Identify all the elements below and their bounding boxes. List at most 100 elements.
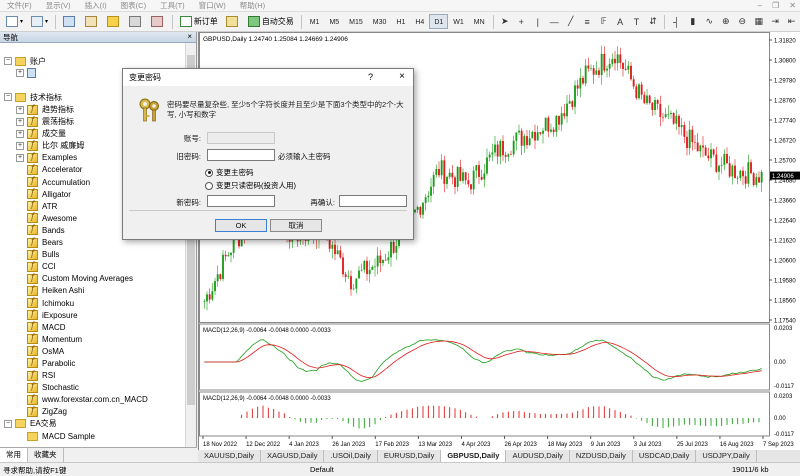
candle-body bbox=[435, 169, 438, 176]
tab-common[interactable]: 常用 bbox=[0, 448, 28, 462]
tree-indicator-item[interactable]: Momentum bbox=[0, 333, 186, 345]
timeframe-h1[interactable]: H1 bbox=[391, 14, 410, 29]
tree-indicator-item[interactable]: Parabolic bbox=[0, 357, 186, 369]
minimize-icon[interactable]: – bbox=[758, 1, 762, 10]
collapse-icon[interactable]: − bbox=[4, 419, 12, 428]
auto-trading-button[interactable]: 自动交易 bbox=[244, 14, 298, 30]
collapse-icon[interactable]: − bbox=[4, 57, 12, 66]
tree-indicator-item[interactable]: Custom Moving Averages bbox=[0, 273, 186, 285]
timeframe-m30[interactable]: M30 bbox=[368, 14, 392, 29]
radio-button[interactable] bbox=[205, 168, 213, 177]
trendline-icon[interactable]: ╱ bbox=[564, 15, 576, 29]
market-watch-button[interactable] bbox=[59, 14, 81, 30]
horizontal-line-icon[interactable]: — bbox=[548, 15, 560, 29]
timeframe-h4[interactable]: H4 bbox=[410, 14, 429, 29]
confirm-password-input[interactable] bbox=[339, 195, 407, 207]
close-window-icon[interactable]: ✕ bbox=[789, 1, 796, 10]
channel-icon[interactable]: ≡ bbox=[581, 15, 593, 29]
ok-button[interactable]: OK bbox=[215, 219, 267, 232]
restore-icon[interactable]: ❐ bbox=[772, 1, 779, 10]
tree-indicator-item[interactable]: iExposure bbox=[0, 309, 186, 321]
radio-change-master[interactable]: 变更主密码 bbox=[205, 167, 254, 178]
collapse-icon[interactable]: − bbox=[4, 93, 12, 102]
chart-tab[interactable]: NZDUSD,Daily bbox=[570, 450, 633, 462]
menu-tools[interactable]: 工具(T) bbox=[153, 0, 192, 11]
expand-icon[interactable]: + bbox=[16, 69, 24, 78]
tile-windows-icon[interactable]: ▦ bbox=[752, 15, 764, 29]
chart-tab[interactable]: USDCAD,Daily bbox=[633, 450, 697, 462]
tree-indicator-item[interactable]: RSI bbox=[0, 370, 186, 382]
chart-tab[interactable]: AUDUSD,Daily bbox=[506, 450, 570, 462]
terminal-button[interactable] bbox=[125, 14, 147, 30]
strategy-tester-button[interactable] bbox=[147, 14, 169, 30]
cancel-button[interactable]: 取消 bbox=[270, 219, 322, 232]
chart-tab[interactable]: EURUSD,Daily bbox=[378, 450, 442, 462]
zoom-out-icon[interactable]: ⊖ bbox=[736, 15, 748, 29]
chart-tab[interactable]: XAUUSD,Daily bbox=[198, 450, 262, 462]
timeframe-d1[interactable]: D1 bbox=[429, 14, 449, 29]
timeframe-m1[interactable]: M1 bbox=[305, 14, 325, 29]
menu-file[interactable]: 文件(F) bbox=[0, 0, 39, 11]
label-tool-icon[interactable]: T bbox=[630, 15, 642, 29]
timeframe-m15[interactable]: M15 bbox=[344, 14, 368, 29]
tree-indicator-item[interactable]: Heiken Ashi bbox=[0, 285, 186, 297]
crosshair-icon[interactable]: + bbox=[515, 15, 527, 29]
candlestick-icon[interactable]: ▮ bbox=[687, 15, 699, 29]
tree-accounts[interactable]: − 账户 bbox=[0, 55, 186, 67]
tree-indicator-item[interactable]: ZigZag bbox=[0, 406, 186, 418]
close-icon[interactable]: × bbox=[399, 71, 405, 82]
vertical-line-icon[interactable]: | bbox=[532, 15, 544, 29]
menu-charts[interactable]: 图表(C) bbox=[114, 0, 153, 11]
text-tool-icon[interactable]: A bbox=[614, 15, 626, 29]
tree-indicator-item[interactable]: CCI bbox=[0, 261, 186, 273]
old-password-input[interactable] bbox=[207, 149, 275, 161]
candle-body bbox=[624, 68, 627, 70]
help-icon[interactable]: ? bbox=[368, 72, 373, 82]
tree-indicator-item[interactable]: Stochastic bbox=[0, 382, 186, 394]
new-chart-button[interactable]: ▾ bbox=[2, 14, 27, 30]
tree-expert-advisors[interactable]: − EA交易 bbox=[0, 418, 186, 430]
timeframe-w1[interactable]: W1 bbox=[448, 14, 469, 29]
bar-chart-icon[interactable]: ┤ bbox=[670, 15, 682, 29]
chart-shift-icon[interactable]: ⇤ bbox=[785, 15, 797, 29]
radio-change-investor[interactable]: 变更只读密码(投资人用) bbox=[205, 180, 296, 191]
new-password-input[interactable] bbox=[207, 195, 275, 207]
timeframe-m5[interactable]: M5 bbox=[324, 14, 344, 29]
tree-ea-item[interactable]: MACD Sample bbox=[0, 430, 186, 442]
expand-icon[interactable]: + bbox=[16, 153, 24, 162]
arrows-tool-icon[interactable]: ⇵ bbox=[647, 15, 659, 29]
autoscroll-icon[interactable]: ⇥ bbox=[769, 15, 781, 29]
tree-indicator-item[interactable]: Ichimoku bbox=[0, 297, 186, 309]
tab-favorites[interactable]: 收藏夹 bbox=[28, 448, 64, 462]
new-order-button[interactable]: 新订单 bbox=[176, 14, 222, 30]
timeframe-mn[interactable]: MN bbox=[469, 14, 490, 29]
tree-indicator-item[interactable]: Bulls bbox=[0, 249, 186, 261]
meta-editor-button[interactable] bbox=[222, 14, 244, 30]
menu-insert[interactable]: 插入(I) bbox=[78, 0, 114, 11]
fibonacci-icon[interactable]: 𝔽 bbox=[597, 15, 609, 29]
data-window-button[interactable] bbox=[81, 14, 103, 30]
cursor-icon[interactable]: ➤ bbox=[499, 15, 511, 29]
tree-indicator-item[interactable]: www.forexstar.com.cn_MACD bbox=[0, 394, 186, 406]
close-icon[interactable]: × bbox=[187, 32, 192, 41]
chart-tab[interactable]: GBPUSD,Daily bbox=[441, 450, 507, 462]
zoom-in-icon[interactable]: ⊕ bbox=[720, 15, 732, 29]
tree-indicator-item[interactable]: MACD bbox=[0, 321, 186, 333]
line-chart-icon[interactable]: ∿ bbox=[703, 15, 715, 29]
expand-icon[interactable]: + bbox=[16, 117, 24, 126]
chart-tab[interactable]: USDJPY,Daily bbox=[696, 450, 757, 462]
chart-tab[interactable]: XAGUSD,Daily bbox=[261, 450, 325, 462]
radio-button[interactable] bbox=[205, 181, 213, 190]
tree-indicator-item[interactable]: OsMA bbox=[0, 345, 186, 357]
menu-help[interactable]: 帮助(H) bbox=[233, 0, 272, 11]
menu-window[interactable]: 窗口(W) bbox=[192, 0, 233, 11]
menu-view[interactable]: 显示(V) bbox=[39, 0, 78, 11]
expand-icon[interactable]: + bbox=[16, 105, 24, 114]
navigator-button[interactable] bbox=[103, 14, 125, 30]
expand-icon[interactable]: + bbox=[16, 129, 24, 138]
price-tick-label: 1.19580 bbox=[774, 278, 796, 284]
expand-icon[interactable]: + bbox=[16, 141, 24, 150]
indicator-icon bbox=[27, 176, 38, 188]
chart-tab[interactable]: .USOil,Daily bbox=[324, 450, 378, 462]
profiles-button[interactable]: ▾ bbox=[27, 14, 52, 30]
